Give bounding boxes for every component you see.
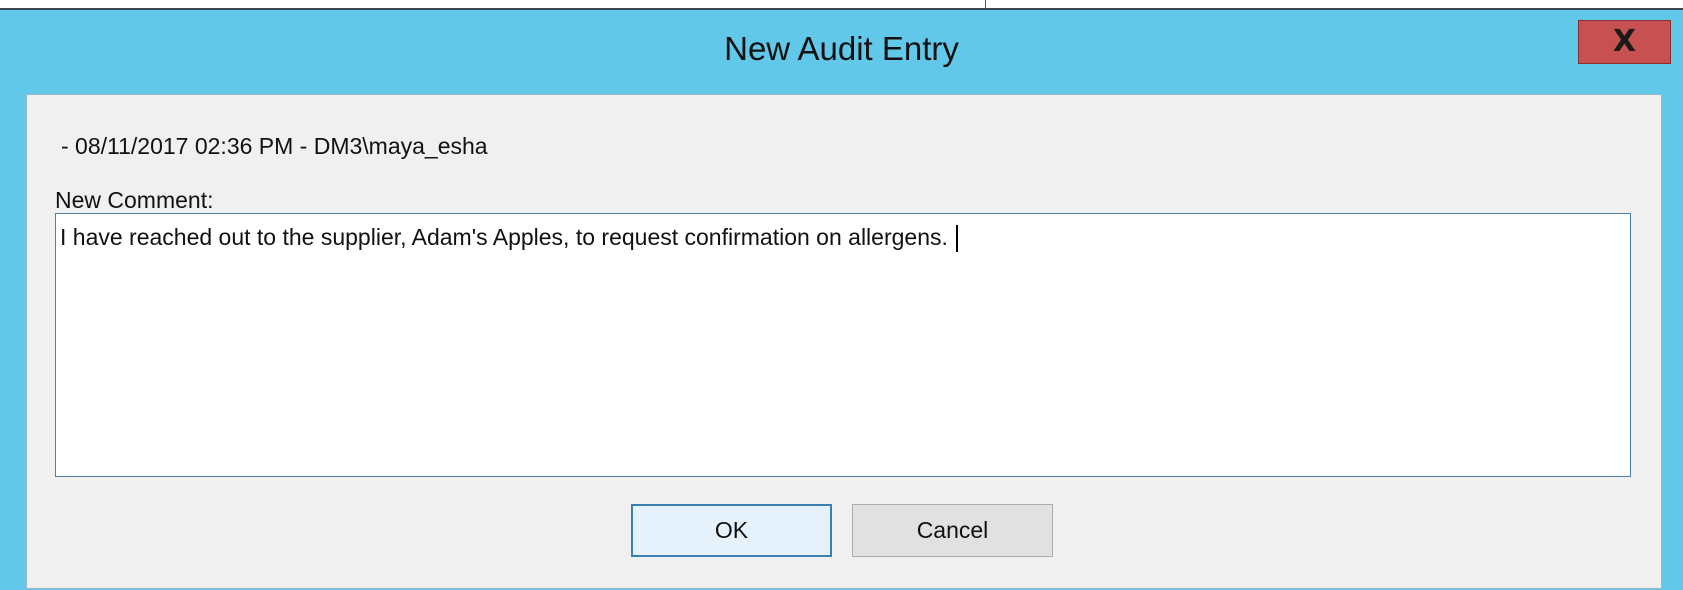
title-bar[interactable]: New Audit Entry X: [0, 10, 1683, 84]
comment-text: I have reached out to the supplier, Adam…: [60, 224, 948, 250]
new-comment-textarea[interactable]: I have reached out to the supplier, Adam…: [55, 213, 1631, 477]
text-caret: [955, 225, 958, 253]
audit-info-line: - 08/11/2017 02:36 PM - DM3\maya_esha: [61, 133, 488, 159]
dialog-body: - 08/11/2017 02:36 PM - DM3\maya_esha Ne…: [26, 94, 1662, 589]
ok-button[interactable]: OK: [631, 504, 832, 557]
new-comment-label: New Comment:: [55, 187, 214, 213]
cancel-button[interactable]: Cancel: [852, 504, 1053, 557]
dialog-window: New Audit Entry X - 08/11/2017 02:36 PM …: [0, 8, 1683, 590]
dialog-title: New Audit Entry: [724, 30, 959, 67]
close-icon: X: [1612, 24, 1637, 59]
background-strip: [0, 0, 1683, 8]
close-button[interactable]: X: [1578, 20, 1671, 64]
